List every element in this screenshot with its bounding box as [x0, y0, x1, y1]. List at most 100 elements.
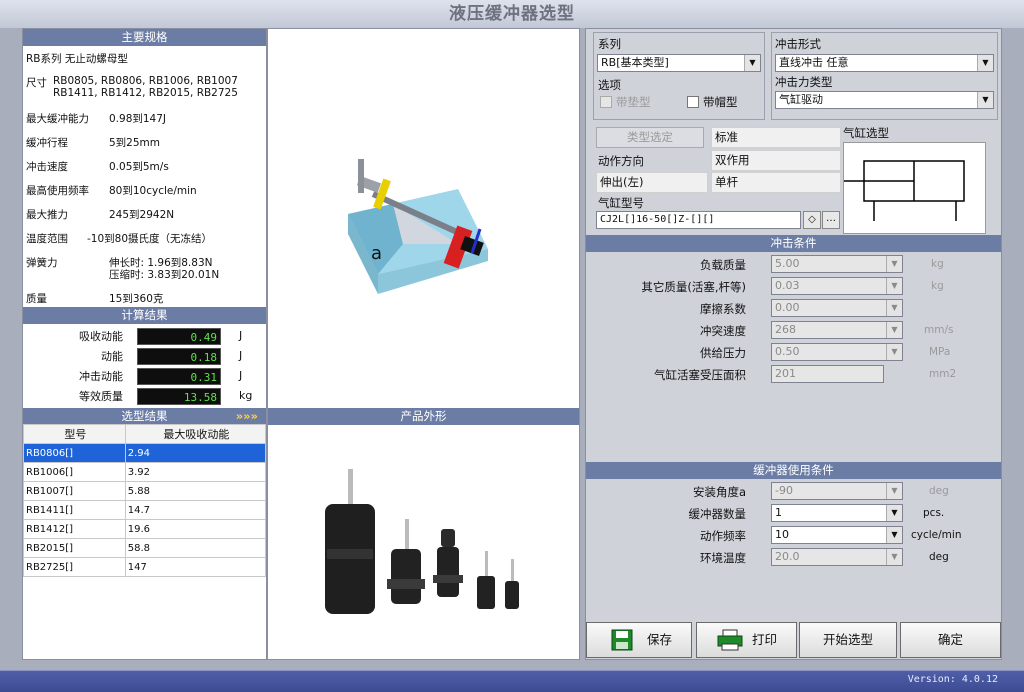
shock-absorber-large [325, 469, 375, 614]
impact-unit: kg [931, 258, 944, 270]
spec-value: -10到80摄氏度（无冻结） [87, 233, 213, 245]
impact-unit: mm2 [929, 368, 957, 380]
action-dir-label: 动作方向 [598, 154, 644, 168]
cell-energy[interactable]: 14.7 [124, 500, 267, 520]
cyl-select-label: 气缸选型 [843, 126, 889, 140]
diamond-icon[interactable]: ◇ [803, 211, 821, 229]
spec-label: 缓冲行程 [26, 137, 68, 149]
impact-form-value: 直线冲击 任意 [779, 56, 849, 69]
impact-force-label: 冲击力类型 [775, 75, 833, 89]
cell-model[interactable]: RB1007[] [23, 481, 126, 501]
table-row[interactable]: RB2015[] 58.8 [23, 538, 267, 558]
table-row[interactable]: RB2725[] 147 [23, 557, 267, 577]
impact-value: 268 [775, 323, 796, 336]
col-energy[interactable]: 最大吸收动能 [124, 424, 267, 444]
use-value: 20.0 [775, 550, 800, 563]
chevron-down-icon[interactable]: ▼ [886, 256, 902, 272]
cell-energy[interactable]: 2.94 [124, 443, 267, 463]
series-text: RB系列 无止动螺母型 [26, 53, 128, 65]
chevron-down-icon[interactable]: ▼ [977, 55, 993, 71]
printer-icon [717, 629, 743, 651]
impact-select[interactable]: 0.50 ▼ [771, 343, 903, 361]
use-label: 环境温度 [700, 551, 746, 565]
series-label: 系列 [598, 37, 621, 51]
calc-header: 计算结果 [23, 307, 266, 324]
cell-energy[interactable]: 19.6 [124, 519, 267, 539]
expand-arrows-icon[interactable]: »»» [236, 408, 258, 424]
chevron-down-icon[interactable]: ▼ [886, 344, 902, 360]
type-select-button[interactable]: 类型选定 [596, 127, 704, 148]
cell-model[interactable]: RB1412[] [23, 519, 126, 539]
angle-select[interactable]: -90 ▼ [771, 482, 903, 500]
cell-energy[interactable]: 147 [124, 557, 267, 577]
chevron-down-icon[interactable]: ▼ [886, 483, 902, 499]
options-label: 选项 [598, 78, 621, 92]
impact-value: 0.03 [775, 279, 800, 292]
cap-checkbox[interactable] [687, 96, 699, 108]
more-icon[interactable]: … [822, 211, 840, 229]
chevron-down-icon[interactable]: ▼ [886, 278, 902, 294]
cylinder-symbol [843, 142, 986, 234]
save-button[interactable]: 保存 [586, 622, 692, 658]
area-field[interactable]: 201 [771, 365, 884, 383]
impact-label: 供给压力 [700, 346, 746, 360]
ok-button[interactable]: 确定 [900, 622, 1001, 658]
print-button[interactable]: 打印 [696, 622, 797, 658]
right-panel: 系列 RB[基本类型] ▼ 选项 带垫型 带帽型 冲击形式 直线冲击 任意 ▼ … [585, 28, 1002, 660]
start-selection-button[interactable]: 开始选型 [799, 622, 897, 658]
chevron-down-icon[interactable]: ▼ [886, 300, 902, 316]
pad-checkbox[interactable] [600, 96, 612, 108]
save-label: 保存 [647, 632, 673, 647]
mass-label: 质量 [26, 293, 47, 305]
chevron-down-icon[interactable]: ▼ [744, 55, 760, 71]
cell-model[interactable]: RB1411[] [23, 500, 126, 520]
temperature-select[interactable]: 20.0 ▼ [771, 548, 903, 566]
cell-model[interactable]: RB2015[] [23, 538, 126, 558]
chevron-down-icon[interactable]: ▼ [886, 549, 902, 565]
cell-model[interactable]: RB2725[] [23, 557, 126, 577]
cell-energy[interactable]: 58.8 [124, 538, 267, 558]
impact-select[interactable]: 5.00 ▼ [771, 255, 903, 273]
chevron-down-icon[interactable]: ▼ [886, 322, 902, 338]
chevron-down-icon[interactable]: ▼ [886, 505, 902, 521]
chevron-down-icon[interactable]: ▼ [886, 527, 902, 543]
chevron-down-icon[interactable]: ▼ [977, 92, 993, 108]
table-row[interactable]: RB0806[] 2.94 [23, 443, 267, 463]
extend-value: 伸出(左) [596, 172, 708, 193]
cyl-model-input[interactable]: CJ2L[]16-50[]Z-[][] [596, 211, 801, 229]
series-select[interactable]: RB[基本类型] ▼ [597, 54, 761, 72]
cell-energy[interactable]: 5.88 [124, 481, 267, 501]
results-header: 选型结果 »»» [23, 408, 266, 425]
cap-label: 带帽型 [703, 95, 738, 109]
spec-value: 245到2942N [109, 209, 175, 221]
cell-model[interactable]: RB0806[] [23, 443, 126, 463]
frequency-select[interactable]: 10 ▼ [771, 526, 903, 544]
shock-absorber-medium [387, 519, 425, 604]
impact-select[interactable]: 268 ▼ [771, 321, 903, 339]
impact-select[interactable]: 0.03 ▼ [771, 277, 903, 295]
print-label: 打印 [752, 632, 778, 647]
use-value: -90 [775, 484, 793, 497]
table-row[interactable]: RB1007[] 5.88 [23, 481, 267, 501]
col-model[interactable]: 型号 [23, 424, 126, 444]
cell-energy[interactable]: 3.92 [124, 462, 267, 482]
impact-form-select[interactable]: 直线冲击 任意 ▼ [775, 54, 994, 72]
use-value: 10 [775, 528, 789, 541]
table-row[interactable]: RB1006[] 3.92 [23, 462, 267, 482]
impact-label: 气缸活塞受压面积 [654, 368, 746, 382]
impact-force-select[interactable]: 气缸驱动 ▼ [775, 91, 994, 109]
cell-model[interactable]: RB1006[] [23, 462, 126, 482]
spring-label: 弹簧力 [26, 257, 58, 269]
quantity-select[interactable]: 1 ▼ [771, 504, 903, 522]
mass-value: 15到360克 [109, 293, 164, 305]
middle-panel: a 产品外形 [267, 28, 580, 660]
table-row[interactable]: RB1411[] 14.7 [23, 500, 267, 520]
use-unit: pcs. [923, 507, 945, 519]
impact-select[interactable]: 0.00 ▼ [771, 299, 903, 317]
calc-display: 0.49 [137, 328, 221, 345]
rod-value: 单杆 [711, 172, 841, 193]
impact-value: 0.50 [775, 345, 800, 358]
impact-unit: kg [931, 280, 944, 292]
table-row[interactable]: RB1412[] 19.6 [23, 519, 267, 539]
calc-unit: kg [239, 389, 253, 402]
